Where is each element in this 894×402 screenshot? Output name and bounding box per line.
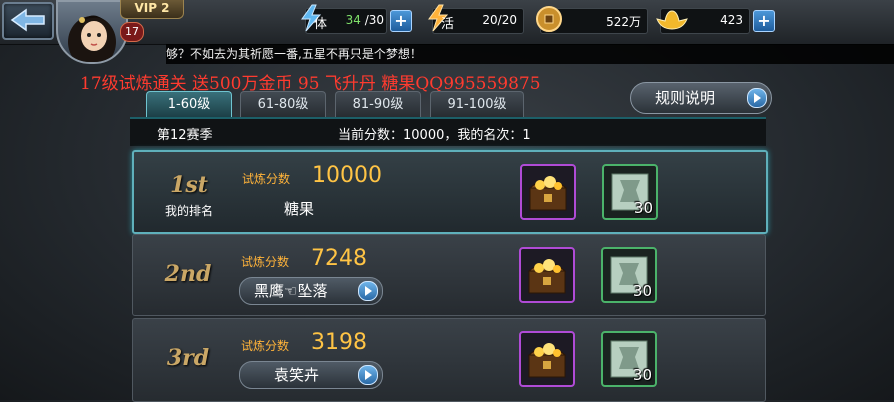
treasure-chest-icon xyxy=(527,259,567,294)
stamina-label: 体 xyxy=(314,17,328,32)
vitality-value: 20/20 xyxy=(482,13,517,27)
rank-label: 3rd xyxy=(166,345,210,371)
my-rank-label: 我的排名 xyxy=(164,204,213,218)
score-label: 试炼分数 xyxy=(242,172,291,186)
season-summary: 当前分数：10000，我的名次：1 xyxy=(338,128,531,143)
announcement-marquee: 够？不如去为其祈愿一番,五星不再只是个梦想！ xyxy=(166,44,894,64)
tab-level-91-100[interactable]: 91-100级 xyxy=(430,91,524,118)
reward-scroll[interactable]: 30 xyxy=(602,164,658,220)
reward-quantity: 30 xyxy=(633,199,653,217)
player-level-badge: 17 xyxy=(120,22,144,42)
vitality-label: 活 xyxy=(441,17,455,32)
reward-scroll[interactable]: 30 xyxy=(601,331,657,387)
stamina-counter: 体 34 /30 + xyxy=(301,4,412,34)
player-name-button[interactable]: 袁笑卉 xyxy=(239,361,383,389)
rank-label: 2nd xyxy=(164,261,212,287)
rank-row-3[interactable]: 3rd 试炼分数 3198 袁笑卉 30 xyxy=(132,318,766,402)
back-button[interactable] xyxy=(2,2,54,40)
coin-icon xyxy=(535,5,563,37)
rules-button[interactable]: 规则说明 xyxy=(630,82,772,114)
top-resource-bar: VIP 2 17 体 34 /30 + 活 20/20 522万 423 + xyxy=(0,0,894,64)
back-arrow-icon xyxy=(10,8,45,32)
player-name-button[interactable]: 黑鹰☜坠落 xyxy=(239,277,383,305)
player-name: 黑鹰☜坠落 xyxy=(254,282,328,300)
vip-badge: VIP 2 xyxy=(120,0,184,19)
rank-row-1[interactable]: 1st 我的排名 试炼分数 10000 糖果 30 xyxy=(132,150,768,234)
stamina-max: /30 xyxy=(364,13,384,27)
play-arrow-icon xyxy=(358,365,378,385)
character-portrait-icon xyxy=(68,15,116,62)
play-arrow-icon xyxy=(358,281,378,301)
season-info-bar: 第12赛季 当前分数：10000，我的名次：1 xyxy=(130,117,766,146)
season-name: 第12赛季 xyxy=(157,128,213,143)
play-arrow-icon xyxy=(747,88,767,108)
reward-chest[interactable] xyxy=(519,331,575,387)
avatar[interactable] xyxy=(56,0,128,64)
rank-label: 1st xyxy=(170,172,208,198)
reward-chest[interactable] xyxy=(520,164,576,220)
coins-counter: 522万 xyxy=(536,6,648,34)
coins-value: 522万 xyxy=(606,15,641,29)
score-label: 试炼分数 xyxy=(241,339,290,353)
tab-level-81-90[interactable]: 81-90级 xyxy=(335,91,421,118)
reward-quantity: 30 xyxy=(632,366,652,384)
score-label: 试炼分数 xyxy=(241,255,290,269)
tab-level-61-80[interactable]: 61-80级 xyxy=(240,91,326,118)
score-value: 10000 xyxy=(312,163,382,188)
reward-chest[interactable] xyxy=(519,247,575,303)
player-name: 袁笑卉 xyxy=(274,366,320,384)
player-name: 糖果 xyxy=(284,200,315,218)
reward-scroll[interactable]: 30 xyxy=(601,247,657,303)
score-value: 7248 xyxy=(311,246,367,271)
tab-level-1-60[interactable]: 1-60级 xyxy=(146,91,232,118)
add-stamina-button[interactable]: + xyxy=(390,10,412,32)
vitality-counter: 活 20/20 xyxy=(428,4,524,34)
rules-button-label: 规则说明 xyxy=(655,89,716,107)
treasure-chest-icon xyxy=(528,176,568,211)
stamina-current: 34 xyxy=(345,13,361,27)
add-gold-button[interactable]: + xyxy=(753,10,775,32)
treasure-chest-icon xyxy=(527,343,567,378)
score-value: 3198 xyxy=(311,330,367,355)
gold-counter: 423 + xyxy=(656,8,775,34)
reward-quantity: 30 xyxy=(632,282,652,300)
gold-ingot-icon xyxy=(655,5,689,37)
rank-row-2[interactable]: 2nd 试炼分数 7248 黑鹰☜坠落 30 xyxy=(132,234,766,316)
gold-value: 423 xyxy=(720,13,743,27)
